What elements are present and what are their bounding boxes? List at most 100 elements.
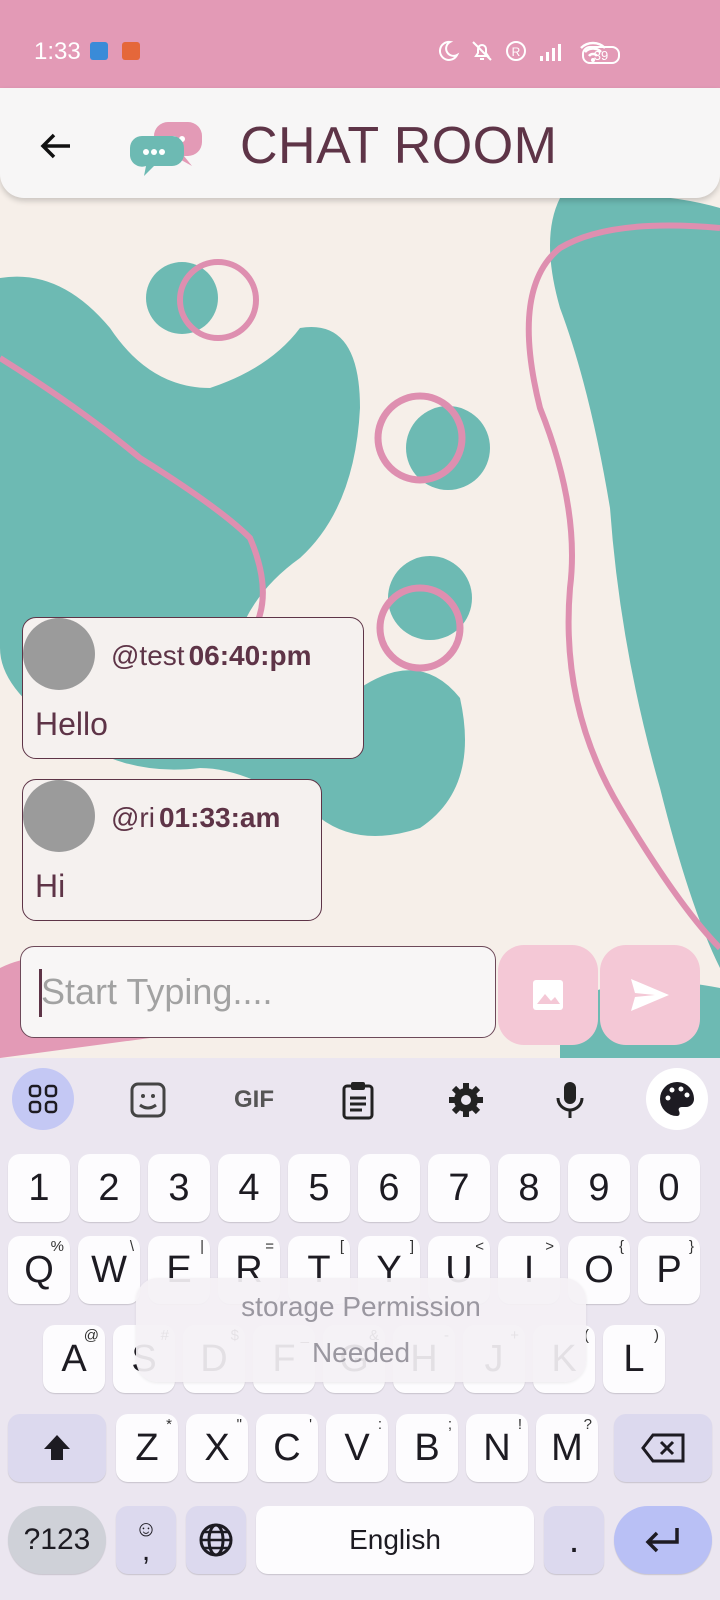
battery-level: 39	[593, 47, 609, 63]
key-label: V	[344, 1426, 370, 1469]
signal-icon	[540, 44, 561, 61]
key-n[interactable]: N!	[466, 1414, 528, 1482]
key-3[interactable]: 3	[148, 1154, 210, 1222]
enter-key[interactable]	[614, 1506, 712, 1574]
chat-logo-icon	[128, 110, 202, 180]
key-label: 0	[658, 1166, 680, 1209]
apps-grid-icon[interactable]	[12, 1068, 74, 1130]
message-header: @ri 01:33:am	[111, 802, 280, 834]
key-m[interactable]: M?	[536, 1414, 598, 1482]
backspace-key[interactable]	[614, 1414, 712, 1482]
emoji-comma-key[interactable]: ☺ ,	[116, 1506, 176, 1574]
key-label: O	[584, 1248, 614, 1291]
key-label: C	[273, 1426, 301, 1469]
key-7[interactable]: 7	[428, 1154, 490, 1222]
key-hint: {	[618, 1238, 624, 1255]
toast-line-1: storage Permission	[241, 1291, 481, 1322]
key-q[interactable]: Q%	[8, 1236, 70, 1304]
language-key[interactable]	[186, 1506, 246, 1574]
message-bubble[interactable]: @ri 01:33:am Hi	[22, 779, 322, 921]
send-button[interactable]	[600, 945, 700, 1045]
key-label: P	[656, 1248, 682, 1291]
key-hint: ;	[447, 1416, 452, 1433]
gif-button[interactable]: GIF	[224, 1072, 284, 1128]
backspace-icon	[641, 1433, 685, 1463]
key-8[interactable]: 8	[498, 1154, 560, 1222]
key-z[interactable]: Z *	[116, 1414, 178, 1482]
key-label: 6	[378, 1166, 400, 1209]
clipboard-icon[interactable]	[330, 1072, 386, 1128]
space-label: English	[349, 1524, 441, 1555]
key-a[interactable]: A @	[43, 1325, 105, 1393]
key-c[interactable]: C '	[256, 1414, 318, 1482]
palette-icon[interactable]	[646, 1068, 708, 1130]
key-9[interactable]: 9	[568, 1154, 630, 1222]
key-hint: *	[166, 1416, 172, 1433]
message-username: @test	[111, 640, 185, 671]
key-hint: ?	[583, 1416, 592, 1433]
period-key[interactable]: .	[544, 1506, 604, 1574]
send-icon	[631, 979, 669, 1011]
registered-icon: R	[506, 41, 526, 61]
key-label: L	[623, 1337, 645, 1380]
key-4[interactable]: 4	[218, 1154, 280, 1222]
message-input[interactable]	[39, 947, 483, 1037]
key-hint: |	[200, 1238, 204, 1255]
key-hint: :	[377, 1416, 382, 1433]
period-label: .	[568, 1518, 580, 1561]
key-hint: %	[50, 1238, 64, 1255]
key-5[interactable]: 5	[288, 1154, 350, 1222]
key-label: B	[414, 1426, 440, 1469]
keyboard-toolbar: GIF	[0, 1058, 720, 1138]
battery-icon: 39	[582, 46, 620, 64]
globe-icon	[199, 1523, 233, 1557]
message-text: Hi	[35, 868, 66, 904]
status-time: 1:33	[34, 38, 81, 65]
key-label: 3	[168, 1166, 190, 1209]
symbols-key[interactable]: ?123	[8, 1506, 106, 1574]
message-text: Hello	[35, 706, 108, 742]
back-arrow-icon	[40, 133, 70, 159]
message-timestamp: 06:40:pm	[188, 640, 312, 671]
bell-off-icon	[472, 41, 492, 61]
shift-key[interactable]	[8, 1414, 106, 1482]
key-hint: "	[236, 1416, 242, 1433]
gif-label: GIF	[234, 1086, 274, 1113]
key-b[interactable]: B;	[396, 1414, 458, 1482]
key-1[interactable]: 1	[8, 1154, 70, 1222]
key-label: M	[551, 1426, 583, 1469]
key-w[interactable]: W \	[78, 1236, 140, 1304]
permission-toast: storage Permission Needed	[136, 1278, 586, 1382]
attach-image-button[interactable]	[498, 945, 598, 1045]
space-key[interactable]: English	[256, 1506, 534, 1574]
sticker-icon[interactable]	[120, 1072, 176, 1128]
toast-line-2: Needed	[311, 1337, 411, 1368]
key-v[interactable]: V:	[326, 1414, 388, 1482]
key-hint: =	[265, 1238, 274, 1255]
message-input-container	[20, 946, 496, 1038]
key-hint: ]	[409, 1238, 414, 1255]
key-hint: }	[688, 1238, 694, 1255]
back-button[interactable]	[28, 118, 84, 174]
status-bar: 1:33 R 39	[0, 0, 720, 88]
shift-icon	[44, 1435, 70, 1460]
gear-icon[interactable]	[438, 1072, 494, 1128]
key-label: W	[91, 1248, 127, 1291]
message-timestamp: 01:33:am	[158, 802, 281, 833]
key-x[interactable]: X "	[186, 1414, 248, 1482]
key-2[interactable]: 2	[78, 1154, 140, 1222]
key-label: 4	[238, 1166, 260, 1209]
key-l[interactable]: L)	[603, 1325, 665, 1393]
enter-icon	[645, 1528, 679, 1553]
key-0[interactable]: 0	[638, 1154, 700, 1222]
key-p[interactable]: P}	[638, 1236, 700, 1304]
key-label: 9	[588, 1166, 610, 1209]
image-icon	[533, 980, 563, 1010]
key-hint: <	[475, 1238, 484, 1255]
key-label: 1	[28, 1166, 50, 1209]
mic-icon[interactable]	[542, 1072, 598, 1128]
message-bubble[interactable]: @test 06:40:pm Hello	[22, 617, 364, 759]
key-6[interactable]: 6	[358, 1154, 420, 1222]
page-title: CHAT ROOM	[240, 117, 558, 175]
key-hint: [	[339, 1238, 344, 1255]
